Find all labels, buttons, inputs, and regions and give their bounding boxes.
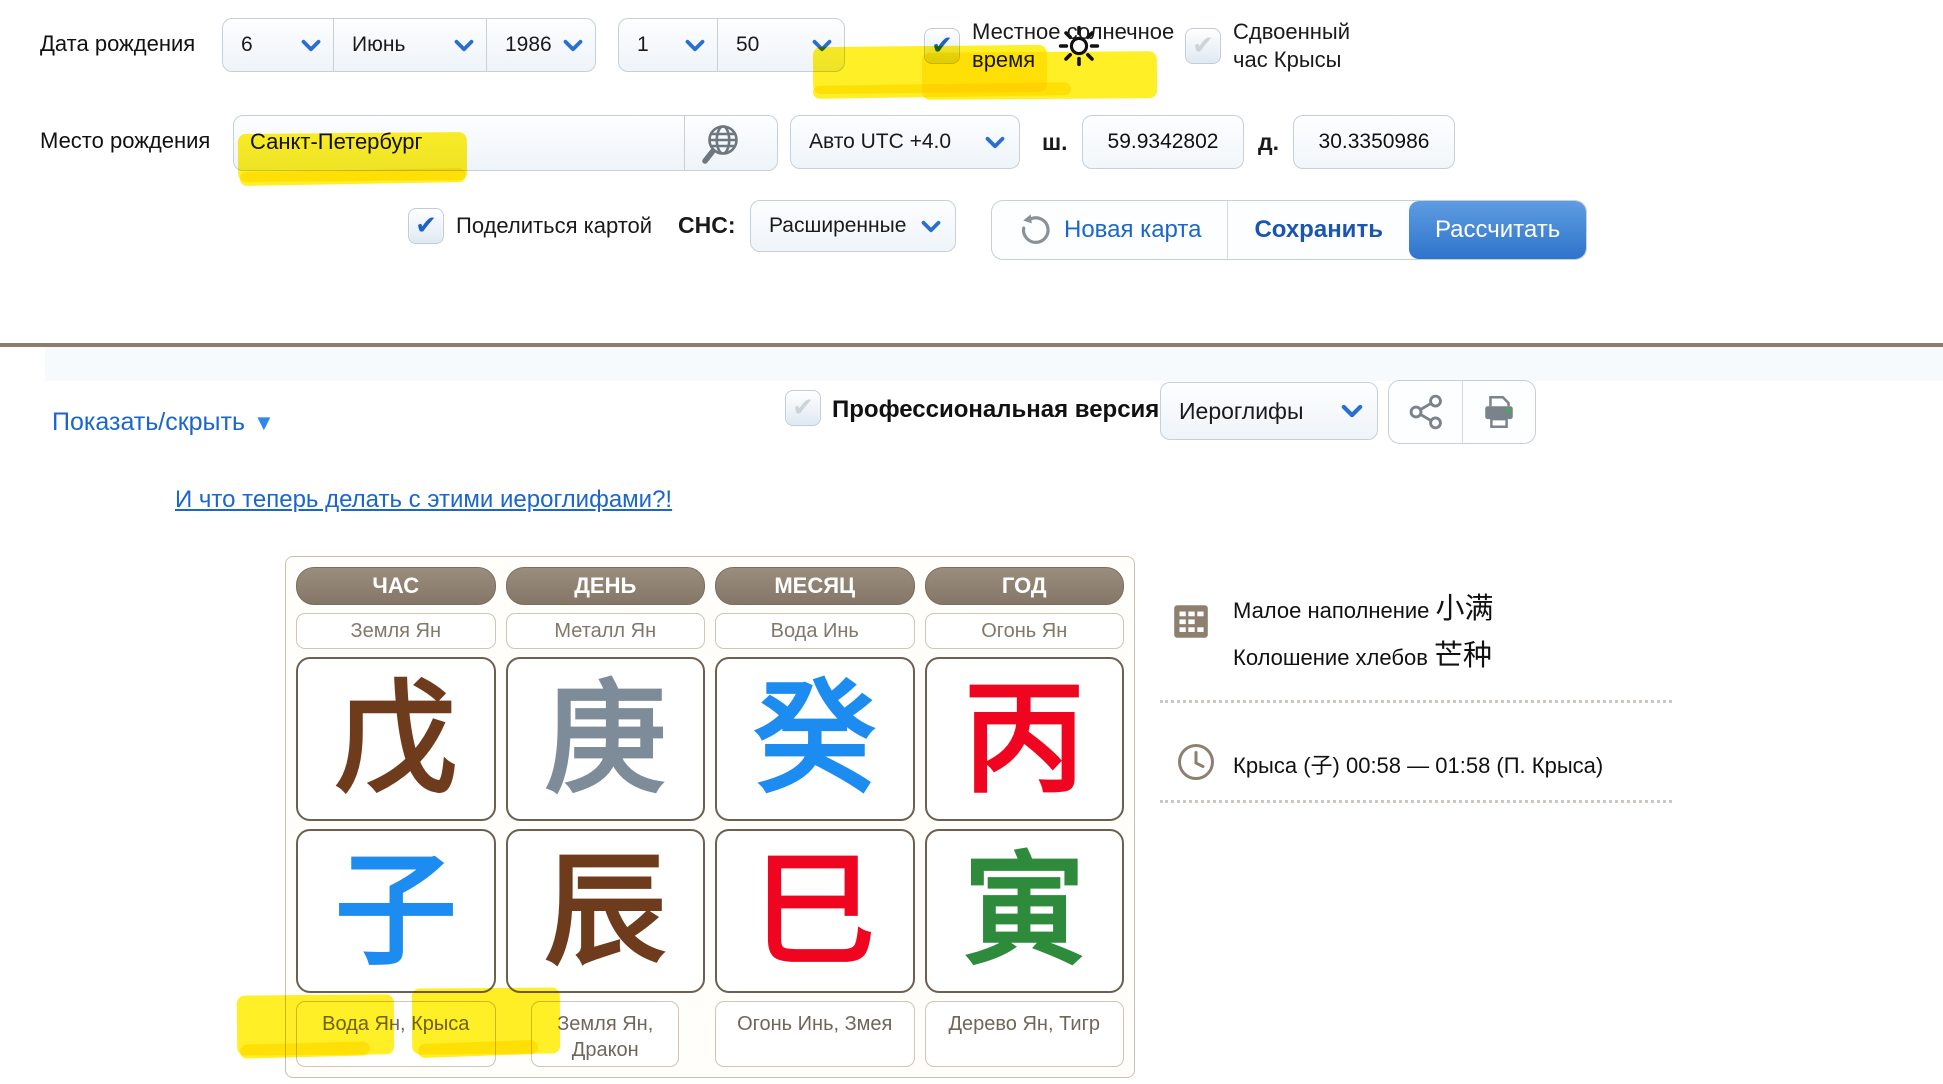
share-map-label: Поделиться картой xyxy=(456,212,652,240)
cns-select[interactable]: Расширенные xyxy=(750,200,956,252)
earthly-branch-cell: 寅 xyxy=(925,829,1125,993)
share-map-checkbox[interactable]: ✔ xyxy=(408,208,444,244)
pillar-column-year: ГОД Огонь Ян 丙 寅 Дерево Ян, Тигр xyxy=(925,567,1125,1067)
output-tools-group xyxy=(1388,380,1536,444)
chevron-down-icon xyxy=(301,39,321,52)
heavenly-stem-cell: 癸 xyxy=(715,657,915,821)
checkmark-icon: ✔ xyxy=(931,32,953,58)
view-mode-select[interactable]: Иероглифы xyxy=(1160,382,1378,440)
chevron-down-icon xyxy=(454,39,474,52)
birth-date-label: Дата рождения xyxy=(40,31,195,57)
calendar-icon xyxy=(1170,600,1212,642)
pro-version-label: Профессиональная версия xyxy=(832,396,1159,424)
pillar-element: Огонь Ян xyxy=(925,613,1125,649)
pillar-header: ГОД xyxy=(925,567,1125,605)
chevron-down-icon xyxy=(985,136,1005,149)
triangle-down-icon[interactable]: ▼ xyxy=(253,410,275,436)
longitude-input[interactable] xyxy=(1293,115,1455,169)
local-solar-time-label: Местное солнечное время xyxy=(972,18,1177,73)
longitude-label: д. xyxy=(1258,129,1279,156)
dotted-divider xyxy=(1160,700,1672,703)
latitude-label: ш. xyxy=(1042,129,1068,156)
chevron-down-icon xyxy=(1341,404,1363,418)
save-button[interactable]: Сохранить xyxy=(1227,201,1409,259)
dotted-divider xyxy=(1160,800,1672,803)
globe-search-icon xyxy=(699,121,743,165)
day-select[interactable]: 6 xyxy=(223,19,333,71)
birth-place-input[interactable] xyxy=(234,116,684,168)
minute-select[interactable]: 50 xyxy=(717,19,844,71)
month-select[interactable]: Июнь xyxy=(333,19,486,71)
place-search-button[interactable] xyxy=(684,116,757,170)
calculate-button[interactable]: Рассчитать xyxy=(1409,201,1586,259)
timezone-select[interactable]: Авто UTC +4.0 xyxy=(790,115,1020,169)
new-chart-button[interactable]: Новая карта xyxy=(992,201,1227,259)
earthly-branch-cell: 巳 xyxy=(715,829,915,993)
pillar-column-month: МЕСЯЦ Вода Инь 癸 巳 Огонь Инь, Змея xyxy=(715,567,915,1067)
chevron-down-icon xyxy=(563,39,583,52)
subbar-background xyxy=(45,347,1943,381)
pro-version-checkbox[interactable]: ✔ xyxy=(785,390,821,426)
share-icon xyxy=(1407,393,1445,431)
double-rat-hour-checkbox[interactable]: ✔ xyxy=(1185,28,1221,64)
checkmark-icon: ✔ xyxy=(415,212,437,238)
printer-icon xyxy=(1480,393,1518,431)
checkmark-icon: ✔ xyxy=(792,394,814,420)
show-hide-toggle[interactable]: Показать/скрыть xyxy=(52,408,245,437)
earthly-branch-cell: 辰 xyxy=(506,829,706,993)
place-input-group xyxy=(233,115,778,171)
hour-range-label: Крыса (子) 00:58 — 01:58 (П. Крыса) xyxy=(1233,748,1603,780)
heavenly-stem-cell: 庚 xyxy=(506,657,706,821)
bazi-pillar-table: ЧАС Земля Ян 戊 子 Вода Ян, Крыса ДЕНЬ Мет… xyxy=(285,556,1135,1078)
pillar-column-hour: ЧАС Земля Ян 戊 子 Вода Ян, Крыса xyxy=(296,567,496,1067)
pillar-element: Вода Инь xyxy=(715,613,915,649)
pillar-animal: Дерево Ян, Тигр xyxy=(925,1001,1125,1067)
heavenly-stem-cell: 戊 xyxy=(296,657,496,821)
solar-term-1-label: Малое наполнение 小满 xyxy=(1233,585,1494,627)
latitude-input[interactable] xyxy=(1082,115,1244,169)
pillar-element: Металл Ян xyxy=(506,613,706,649)
chevron-down-icon xyxy=(685,39,705,52)
pillar-animal: Земля Ян, Дракон xyxy=(531,1001,679,1067)
chart-actions-group: Новая карта Сохранить Рассчитать xyxy=(991,200,1587,260)
hour-select[interactable]: 1 xyxy=(619,19,717,71)
birth-place-label: Место рождения xyxy=(40,128,210,154)
solar-term-2-label: Колошение хлебов 芒种 xyxy=(1233,632,1492,674)
chevron-down-icon xyxy=(812,39,832,52)
pillar-header: МЕСЯЦ xyxy=(715,567,915,605)
help-link[interactable]: И что теперь делать с этими иероглифами?… xyxy=(175,486,672,514)
date-select-group: 6 Июнь 1986 xyxy=(222,18,596,72)
highlight-marker xyxy=(813,82,1071,99)
solar-term-2-cjk: 芒种 xyxy=(1434,640,1492,672)
share-button[interactable] xyxy=(1389,381,1462,443)
checkmark-icon: ✔ xyxy=(1192,32,1214,58)
earthly-branch-cell: 子 xyxy=(296,829,496,993)
pillar-animal: Вода Ян, Крыса xyxy=(296,1001,496,1067)
undo-icon xyxy=(1018,213,1052,247)
pillar-animal: Огонь Инь, Змея xyxy=(715,1001,915,1067)
bazi-calculator-page: Дата рождения 6 Июнь 1986 xyxy=(0,0,1943,1084)
chevron-down-icon xyxy=(921,220,941,233)
pillar-column-day: ДЕНЬ Металл Ян 庚 辰 Земля Ян, Дракон xyxy=(506,567,706,1067)
pillar-header: ЧАС xyxy=(296,567,496,605)
double-rat-hour-label: Сдвоенный час Крысы xyxy=(1233,18,1383,73)
time-select-group: 1 50 xyxy=(618,18,845,72)
year-select[interactable]: 1986 xyxy=(486,19,595,71)
cns-label: СНС: xyxy=(678,212,736,239)
solar-term-1-cjk: 小满 xyxy=(1436,593,1494,625)
print-button[interactable] xyxy=(1462,381,1535,443)
pillar-element: Земля Ян xyxy=(296,613,496,649)
local-solar-time-checkbox[interactable]: ✔ xyxy=(924,28,960,64)
heavenly-stem-cell: 丙 xyxy=(925,657,1125,821)
pillar-header: ДЕНЬ xyxy=(506,567,706,605)
clock-icon xyxy=(1176,742,1216,782)
